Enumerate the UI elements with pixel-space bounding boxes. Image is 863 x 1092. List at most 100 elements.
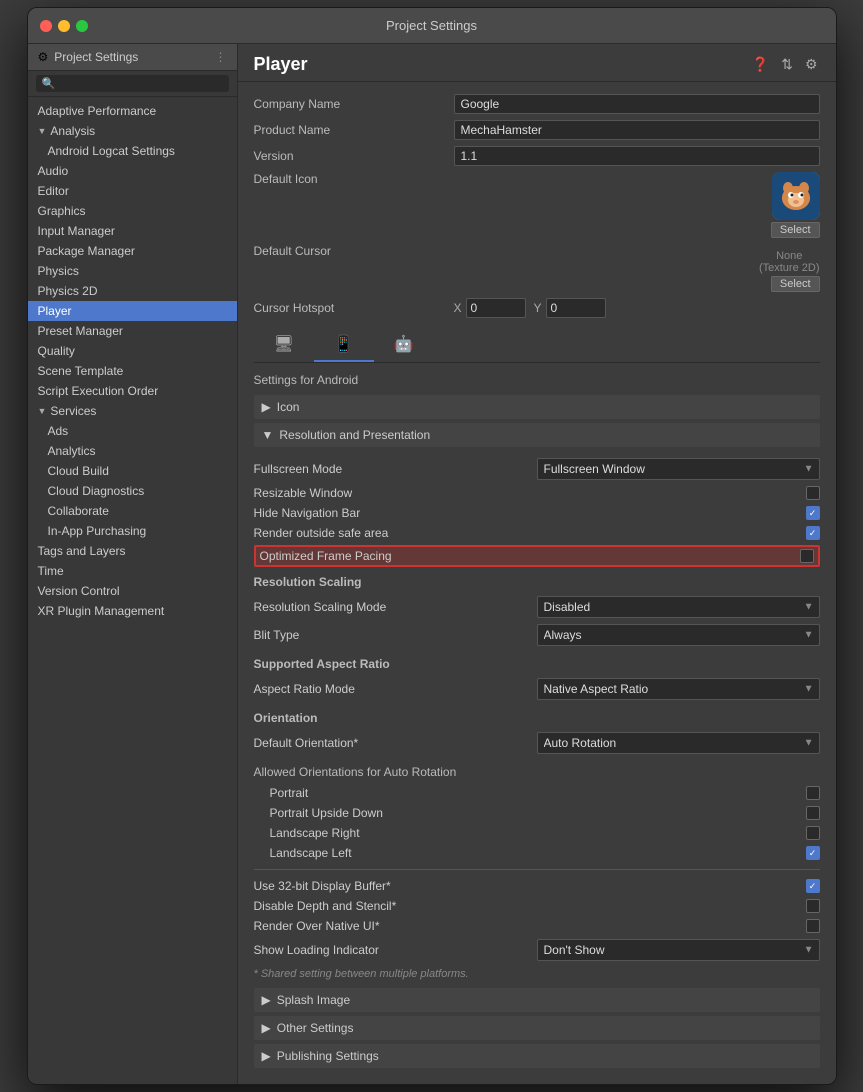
tab-android[interactable]: 🤖 — [374, 328, 434, 362]
sidebar-item-analytics[interactable]: Analytics — [28, 441, 237, 461]
icon-select-button[interactable]: Select — [771, 222, 820, 238]
help-icon[interactable]: ❓ — [750, 54, 771, 75]
sidebar-item-adaptive-performance[interactable]: Adaptive Performance — [28, 101, 237, 121]
search-bar: 🔍 — [28, 71, 237, 97]
hotspot-x-input[interactable] — [466, 298, 526, 318]
render-safe-row: Render outside safe area — [254, 523, 820, 543]
landscape-left-checkbox[interactable] — [806, 846, 820, 860]
render-native-row: Render Over Native UI* — [254, 916, 820, 936]
traffic-lights — [40, 20, 88, 32]
landscape-right-checkbox[interactable] — [806, 826, 820, 840]
sidebar-item-package-manager[interactable]: Package Manager — [28, 241, 237, 261]
sidebar-menu-icon[interactable]: ⋮ — [215, 50, 227, 64]
resolution-section-header[interactable]: ▼ Resolution and Presentation — [254, 423, 820, 447]
hide-nav-checkbox[interactable] — [806, 506, 820, 520]
sidebar-item-cloud-build[interactable]: Cloud Build — [28, 461, 237, 481]
sidebar-item-tags-layers[interactable]: Tags and Layers — [28, 541, 237, 561]
sidebar-item-physics2d[interactable]: Physics 2D — [28, 281, 237, 301]
optimized-frame-row: Optimized Frame Pacing — [254, 545, 820, 567]
close-button[interactable] — [40, 20, 52, 32]
use32bit-checkbox[interactable] — [806, 879, 820, 893]
sidebar-item-version-control[interactable]: Version Control — [28, 581, 237, 601]
sidebar-item-player[interactable]: Player — [28, 301, 237, 321]
landscape-left-row: Landscape Left — [254, 843, 820, 863]
search-input[interactable] — [59, 78, 222, 90]
scaling-mode-select[interactable]: Disabled Fixed DPI — [537, 596, 820, 618]
sidebar-nav: Adaptive Performance ▼ Analysis Android … — [28, 97, 237, 625]
settings-icon[interactable]: ⚙ — [803, 54, 820, 75]
sidebar-item-input-manager[interactable]: Input Manager — [28, 221, 237, 241]
resizable-window-row: Resizable Window — [254, 483, 820, 503]
sidebar-item-ads[interactable]: Ads — [28, 421, 237, 441]
resizable-window-label: Resizable Window — [254, 486, 806, 500]
sidebar-item-label: Preset Manager — [38, 324, 123, 338]
other-settings-section-header[interactable]: ▶ Other Settings — [254, 1016, 820, 1040]
aspect-ratio-select[interactable]: Native Aspect Ratio Custom — [537, 678, 820, 700]
sidebar-item-graphics[interactable]: Graphics — [28, 201, 237, 221]
chevron-down-icon: ▼ — [38, 406, 47, 416]
sidebar-item-preset-manager[interactable]: Preset Manager — [28, 321, 237, 341]
version-value — [454, 146, 820, 166]
default-cursor-label: Default Cursor — [254, 244, 454, 258]
icon-section-header[interactable]: ▶ Icon — [254, 395, 820, 419]
chevron-down-icon: ▼ — [262, 428, 274, 442]
hotspot-y-input[interactable] — [546, 298, 606, 318]
default-icon-area: Select — [454, 172, 820, 238]
disable-depth-row: Disable Depth and Stencil* — [254, 896, 820, 916]
disable-depth-checkbox[interactable] — [806, 899, 820, 913]
sidebar-header-text: Project Settings — [54, 50, 138, 64]
loading-indicator-label: Show Loading Indicator — [254, 943, 537, 957]
landscape-right-row: Landscape Right — [254, 823, 820, 843]
sidebar-item-analysis[interactable]: ▼ Analysis — [28, 121, 237, 141]
tab-monitor[interactable]: 🖥 — [254, 328, 314, 362]
fullscreen-mode-row: Fullscreen Mode Fullscreen Window Exclus… — [254, 455, 820, 483]
sidebar-item-time[interactable]: Time — [28, 561, 237, 581]
sidebar-item-in-app-purchasing[interactable]: In-App Purchasing — [28, 521, 237, 541]
sidebar-item-editor[interactable]: Editor — [28, 181, 237, 201]
version-input[interactable] — [454, 146, 820, 166]
cursor-select-button[interactable]: Select — [771, 276, 820, 292]
portrait-updown-checkbox[interactable] — [806, 806, 820, 820]
sidebar-item-xr-plugin[interactable]: XR Plugin Management — [28, 601, 237, 621]
minimize-button[interactable] — [58, 20, 70, 32]
hide-nav-label: Hide Navigation Bar — [254, 506, 806, 520]
loading-indicator-select[interactable]: Don't Show Large Small — [537, 939, 820, 961]
optimized-frame-checkbox[interactable] — [800, 549, 814, 563]
landscape-right-label: Landscape Right — [254, 826, 806, 840]
sidebar-item-label: Audio — [38, 164, 69, 178]
sidebar-item-label: Player — [38, 304, 72, 318]
tab-tablet[interactable]: 📱 — [314, 328, 374, 362]
portrait-checkbox[interactable] — [806, 786, 820, 800]
sidebar-item-collaborate[interactable]: Collaborate — [28, 501, 237, 521]
disable-depth-label: Disable Depth and Stencil* — [254, 899, 806, 913]
render-safe-checkbox[interactable] — [806, 526, 820, 540]
sidebar-item-label: Cloud Diagnostics — [48, 484, 145, 498]
company-name-input[interactable] — [454, 94, 820, 114]
sidebar-item-label: Package Manager — [38, 244, 135, 258]
chevron-right-icon-splash: ▶ — [262, 993, 271, 1007]
render-native-checkbox[interactable] — [806, 919, 820, 933]
product-name-input[interactable] — [454, 120, 820, 140]
y-label: Y — [534, 301, 542, 315]
sidebar-item-android-logcat[interactable]: Android Logcat Settings — [28, 141, 237, 161]
publishing-settings-section-header[interactable]: ▶ Publishing Settings — [254, 1044, 820, 1068]
sidebar-item-script-execution[interactable]: Script Execution Order — [28, 381, 237, 401]
sidebar-item-quality[interactable]: Quality — [28, 341, 237, 361]
sidebar-item-scene-template[interactable]: Scene Template — [28, 361, 237, 381]
default-orientation-select[interactable]: Auto Rotation Portrait Landscape Left — [537, 732, 820, 754]
loading-indicator-select-wrapper: Don't Show Large Small ▼ — [537, 939, 820, 961]
sidebar-item-services[interactable]: ▼ Services — [28, 401, 237, 421]
blit-type-select[interactable]: Always Never Auto — [537, 624, 820, 646]
fullscreen-mode-select[interactable]: Fullscreen Window Exclusive Fullscreen W… — [537, 458, 820, 480]
shared-note: * Shared setting between multiple platfo… — [254, 968, 820, 980]
splash-image-section-header[interactable]: ▶ Splash Image — [254, 988, 820, 1012]
sidebar-item-cloud-diagnostics[interactable]: Cloud Diagnostics — [28, 481, 237, 501]
sidebar-item-label: Services — [50, 404, 96, 418]
resizable-window-checkbox[interactable] — [806, 486, 820, 500]
cursor-hotspot-label: Cursor Hotspot — [254, 301, 454, 315]
default-orientation-row: Default Orientation* Auto Rotation Portr… — [254, 729, 820, 757]
sidebar-item-physics[interactable]: Physics — [28, 261, 237, 281]
maximize-button[interactable] — [76, 20, 88, 32]
layout-icon[interactable]: ⇅ — [779, 54, 795, 75]
sidebar-item-audio[interactable]: Audio — [28, 161, 237, 181]
